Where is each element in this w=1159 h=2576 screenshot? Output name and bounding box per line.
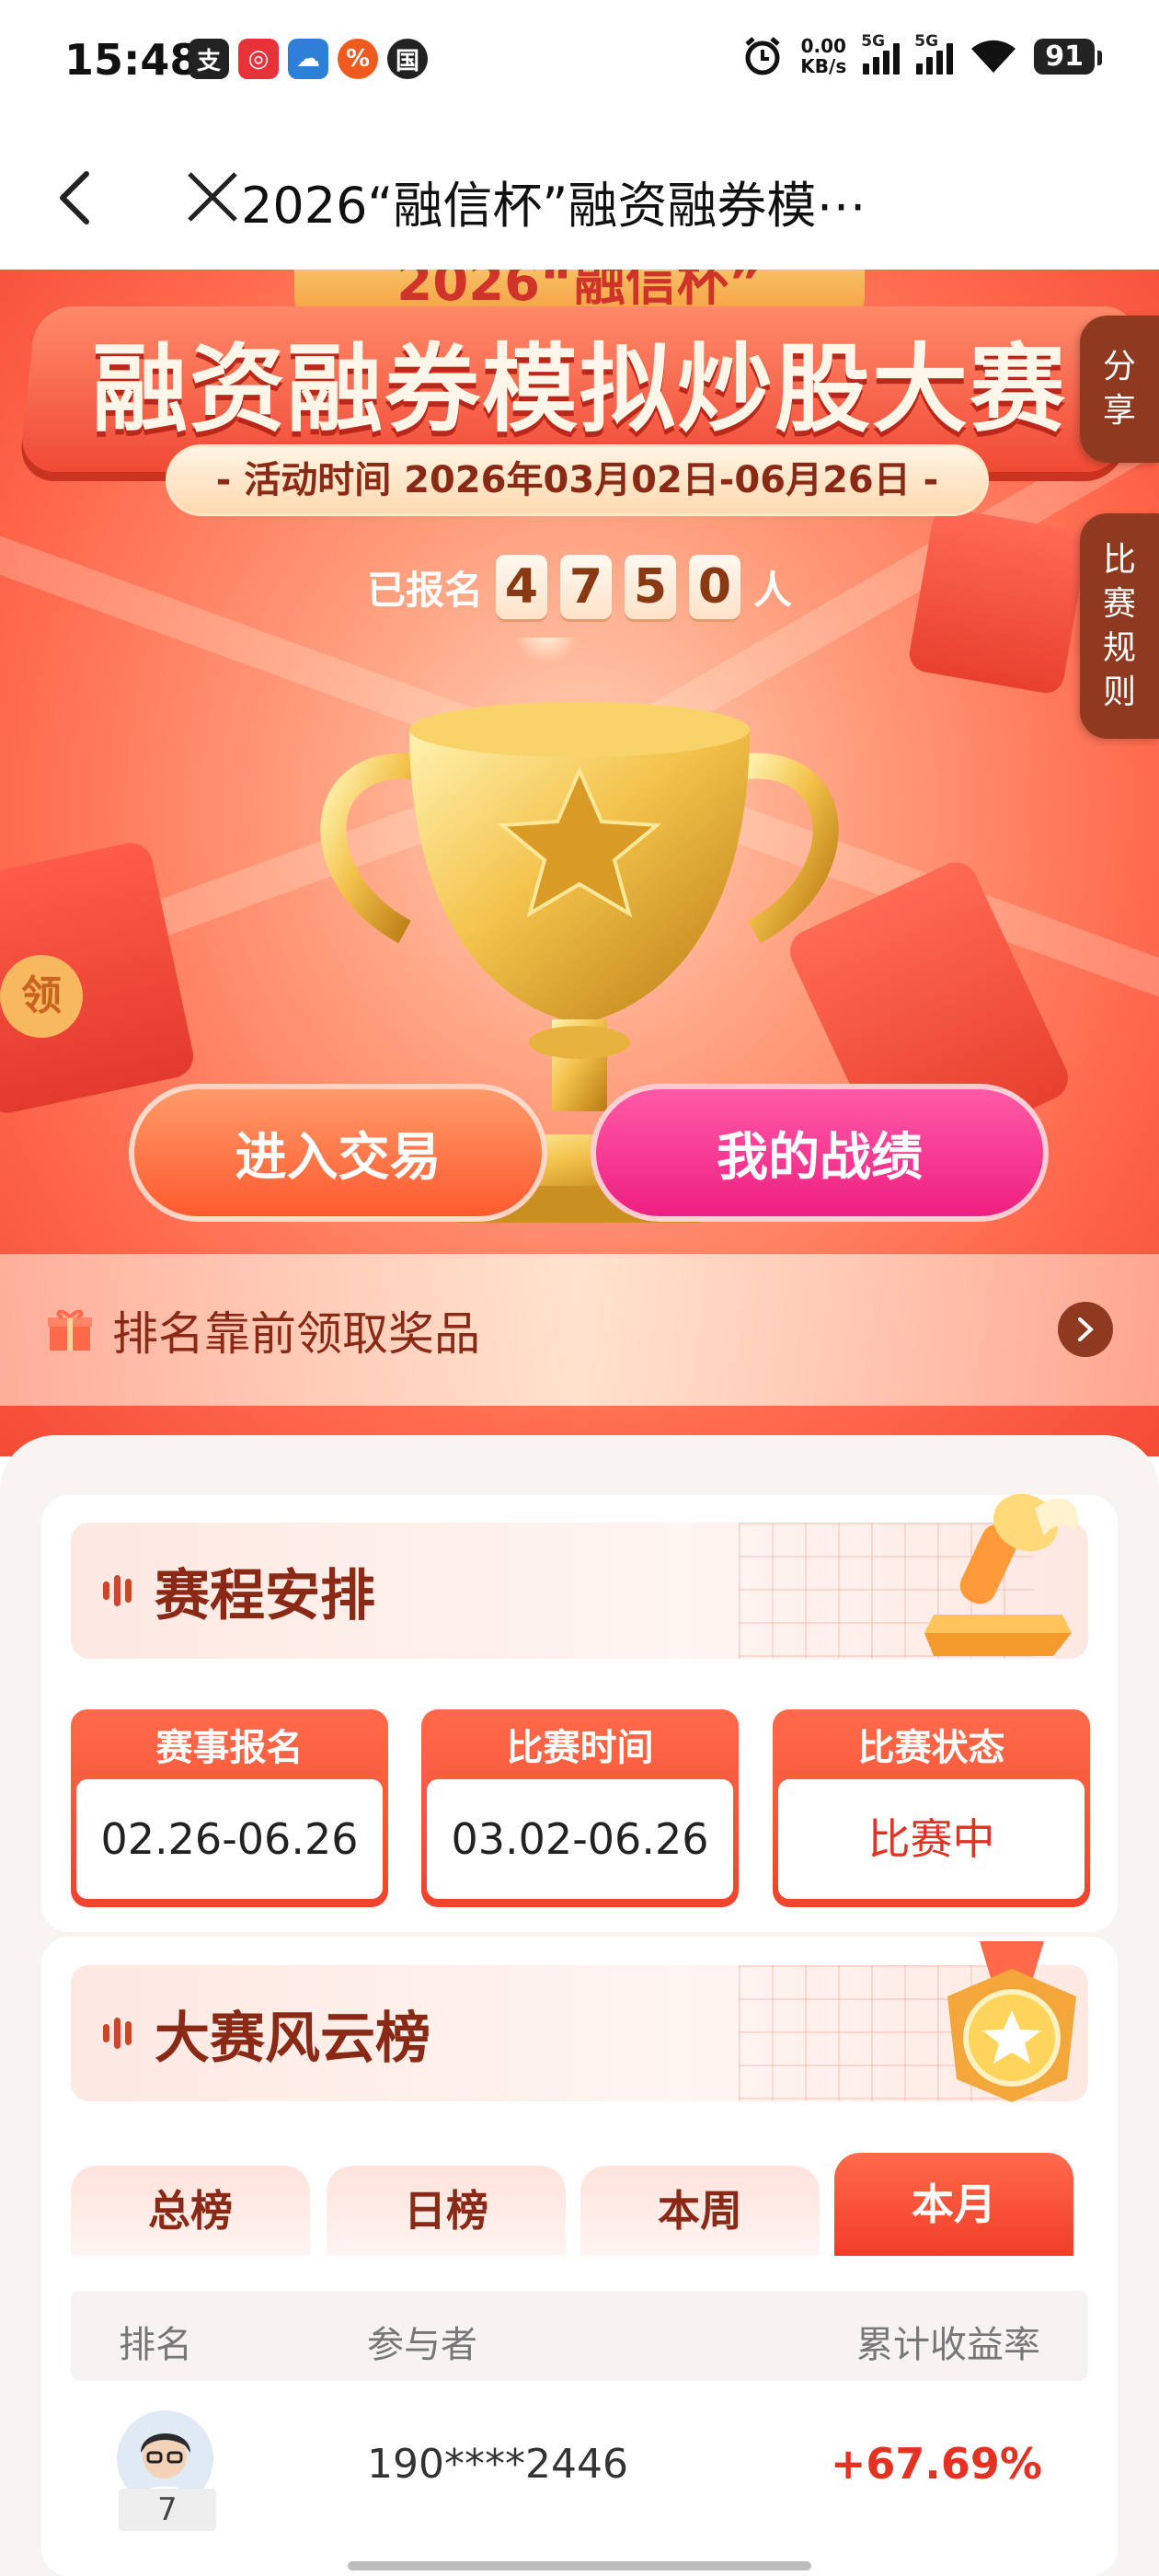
page-title: 2026“融信杯”融资融券模⋯ — [241, 177, 866, 235]
signal-icon: 5G — [861, 32, 901, 75]
signal-icon-2: 5G — [914, 32, 954, 75]
contest-time-value: 03.02-06.26 — [427, 1779, 733, 1899]
tab-monthly[interactable]: 本月 — [834, 2153, 1073, 2256]
registration-value: 02.26-06.26 — [76, 1779, 383, 1899]
registered-digit: 4 — [496, 555, 547, 619]
ranking-title: 大赛风云榜 — [155, 2006, 430, 2071]
activity-date: - 活动时间 2026年03月02日-06月26日 - — [166, 444, 989, 516]
cumulative-return: +67.69% — [830, 2439, 1042, 2489]
system-indicators: 0.00 KB/s 5G 5G 91 — [741, 32, 1102, 77]
back-button[interactable] — [39, 161, 112, 235]
chevron-right-icon — [1078, 1317, 1094, 1341]
contest-status-value: 比赛中 — [778, 1779, 1084, 1899]
net-speed: 0.00 KB/s — [800, 36, 846, 76]
ranking-table-header: 排名 参与者 累计收益率 — [71, 2291, 1088, 2381]
rank-badge: 7 — [119, 2489, 216, 2531]
column-participant: 参与者 — [367, 2324, 477, 2366]
status-time: 15:48 — [64, 35, 200, 85]
registered-suffix: 人 — [753, 567, 793, 613]
signal-tag-2: 5G — [914, 32, 939, 51]
medal-icon — [947, 1941, 1076, 2102]
rules-label-char: 比 — [1102, 540, 1136, 579]
column-rank: 排名 — [119, 2324, 192, 2366]
contest-status-label: 比赛状态 — [857, 1727, 1005, 1769]
enter-trading-button[interactable]: 进入交易 — [129, 1084, 547, 1222]
shopping-app-icon: % — [338, 39, 378, 79]
section-bars-icon — [103, 2018, 132, 2049]
contest-time-label: 比赛时间 — [506, 1727, 654, 1769]
participant-name: 190****2446 — [367, 2441, 628, 2488]
schedule-contest-status: 比赛状态 比赛中 — [773, 1709, 1090, 1907]
nav-bar: 2026“融信杯”融资融券模⋯ — [0, 124, 1159, 270]
alarm-icon — [745, 37, 780, 75]
prize-arrow-button[interactable] — [1058, 1302, 1113, 1357]
notification-icons: 支 ◎ ☁ % 国 — [189, 39, 428, 79]
prize-text: 排名靠前领取奖品 — [112, 1306, 480, 1361]
registered-digit: 0 — [689, 555, 740, 619]
rules-label-char: 规 — [1102, 628, 1136, 667]
weather-app-icon: ☁ — [288, 39, 328, 79]
schedule-contest-time: 比赛时间 03.02-06.26 — [421, 1709, 739, 1907]
close-icon[interactable] — [184, 168, 241, 225]
share-label-char: 享 — [1102, 392, 1136, 430]
coin-icon: 领 — [0, 955, 83, 1038]
prize-banner[interactable]: 排名靠前领取奖品 — [0, 1254, 1159, 1406]
schedule-title: 赛程安排 — [155, 1563, 375, 1628]
net-speed-value: 0.00 — [800, 35, 846, 57]
securities-app-icon: 国 — [387, 39, 428, 79]
megaphone-icon — [924, 1493, 1079, 1656]
net-speed-unit: KB/s — [800, 55, 847, 77]
share-label-char: 分 — [1102, 348, 1136, 385]
column-return: 累计收益率 — [856, 2324, 1040, 2366]
registered-prefix: 已报名 — [366, 567, 483, 613]
wifi-icon — [971, 40, 1016, 73]
rules-label-char: 赛 — [1102, 584, 1136, 623]
rules-label-char: 则 — [1102, 673, 1136, 711]
registered-digit: 7 — [560, 555, 612, 619]
chevron-left-icon — [60, 171, 89, 224]
battery-indicator: 91 — [1034, 38, 1102, 75]
tab-overall[interactable]: 总榜 — [71, 2166, 310, 2256]
bank-app-icon: ◎ — [238, 39, 279, 79]
contest-title: 融资融券模拟炒股大赛 — [91, 333, 1067, 445]
schedule-registration: 赛事报名 02.26-06.26 — [71, 1709, 388, 1907]
share-button[interactable]: 分 享 — [1080, 316, 1159, 463]
gift-icon — [48, 1309, 92, 1351]
ranking-tabs: 总榜 日榜 本周 本月 — [71, 2153, 1088, 2256]
registration-label: 赛事报名 — [155, 1727, 304, 1769]
contest-rules-button[interactable]: 比 赛 规 则 — [1080, 513, 1159, 739]
tab-weekly[interactable]: 本周 — [580, 2166, 820, 2256]
my-record-button[interactable]: 我的战绩 — [591, 1084, 1049, 1222]
section-bars-icon — [103, 1575, 132, 1606]
tab-daily[interactable]: 日榜 — [327, 2166, 566, 2256]
home-indicator[interactable] — [348, 2561, 811, 2570]
status-bar: 15:48 支 ◎ ☁ % 国 0.00 KB/s 5G 5G 91 — [0, 0, 1159, 124]
hero-banner: 领 2026“融信杯” 融资融券模拟炒股大赛 - 活动时间 2026年03月02… — [0, 270, 1159, 1456]
signal-tag: 5G — [861, 32, 886, 51]
registered-digit: 5 — [625, 555, 676, 619]
alipay-icon: 支 — [189, 39, 229, 79]
registered-count: 已报名 4 7 5 0 人 — [0, 555, 1159, 619]
table-row: 7 190****2446 +67.69% — [71, 2397, 1088, 2535]
